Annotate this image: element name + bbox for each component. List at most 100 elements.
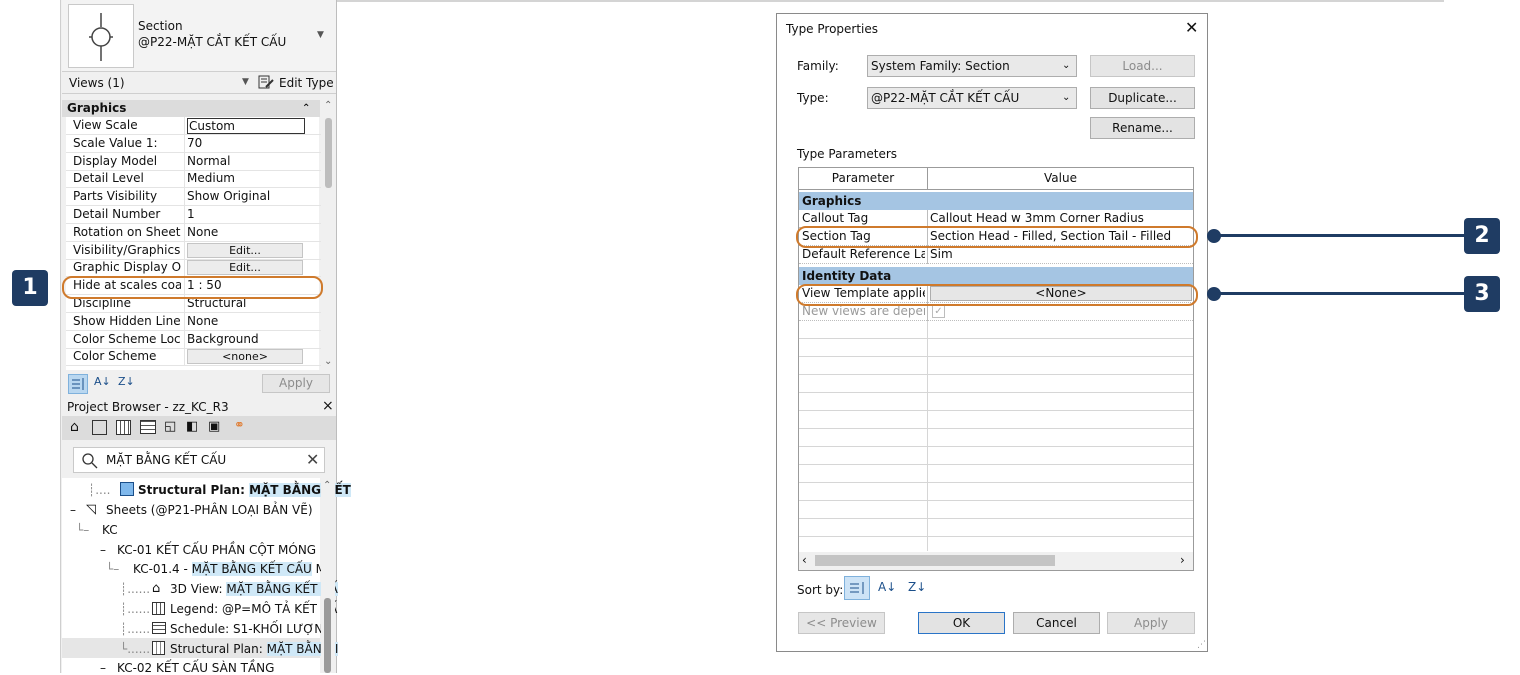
callout-tag-value[interactable]: Callout Head w 3mm Corner Radius <box>930 211 1188 225</box>
type-select[interactable]: @P22-MẶT CẮT KẾT CẤU ⌄ <box>867 87 1077 109</box>
group-identity-data[interactable]: Identity Data <box>799 267 1193 285</box>
property-edit-button[interactable]: Edit... <box>187 260 303 276</box>
property-value[interactable]: None <box>187 314 319 328</box>
apply-button[interactable]: Apply <box>262 374 330 393</box>
properties-scrollbar[interactable]: ⌃ ⌄ <box>323 100 335 370</box>
property-value[interactable]: Show Original <box>187 189 319 203</box>
tree-item-schedule[interactable]: Schedule: S1-KHỐI LƯỢNG <box>170 622 333 636</box>
property-row[interactable]: Visibility/Graphics ... Edit... <box>66 241 321 260</box>
schedule-icon[interactable] <box>140 420 156 434</box>
sort-grouped-icon[interactable] <box>844 576 870 600</box>
property-row[interactable]: View Scale Custom <box>66 117 321 135</box>
cancel-button[interactable]: Cancel <box>1013 612 1100 634</box>
legend-icon[interactable] <box>116 420 131 435</box>
group-graphics[interactable]: Graphics <box>799 192 1193 210</box>
property-value[interactable]: None <box>187 225 319 239</box>
property-row[interactable]: Rotation on Sheet None <box>66 223 321 242</box>
family-select[interactable]: System Family: Section ⌄ <box>867 55 1077 77</box>
ok-button[interactable]: OK <box>918 612 1005 634</box>
sort-ascending-icon[interactable]: A↓ <box>878 580 896 594</box>
scroll-down-icon[interactable]: ⌄ <box>324 356 332 367</box>
tree-scroll-up-icon[interactable]: ⌃ <box>323 480 331 491</box>
view-icon[interactable] <box>92 420 107 435</box>
tree-item-kc014[interactable]: KC-01.4 - MẶT BẰNG KẾT CẤU MÓ <box>133 562 335 576</box>
collapse-sheets-icon[interactable]: – <box>70 503 76 517</box>
edit-type-button[interactable]: Edit Type <box>279 76 334 90</box>
collapse-icon[interactable]: ⌃ <box>302 100 310 117</box>
scroll-thumb[interactable] <box>325 118 332 188</box>
close-icon[interactable]: × <box>322 398 334 414</box>
horizontal-scrollbar[interactable]: ‹ › <box>799 552 1193 570</box>
tree-item-kc[interactable]: KC <box>102 523 118 537</box>
views-filter[interactable]: Views (1) <box>69 76 125 90</box>
section-type-icon <box>68 4 134 68</box>
property-label: Color Scheme <box>73 349 157 364</box>
rename-button[interactable]: Rename... <box>1090 117 1195 139</box>
collapse-kc01-icon[interactable]: – <box>100 543 106 557</box>
property-value[interactable]: Custom <box>187 118 305 134</box>
property-row[interactable]: Detail Level Medium <box>66 170 321 189</box>
pointer-line-2 <box>1218 234 1464 237</box>
sort-descending-icon[interactable]: Z↓ <box>908 580 926 594</box>
property-value[interactable]: Normal <box>187 154 319 168</box>
scroll-up-icon[interactable]: ⌃ <box>324 100 332 111</box>
property-row[interactable]: Scale Value 1: 70 <box>66 134 321 153</box>
apply-button[interactable]: Apply <box>1107 612 1195 634</box>
property-value[interactable]: 1 <box>187 207 319 221</box>
grid-header: Parameter Value <box>799 168 1193 190</box>
chevron-down-icon[interactable]: ▼ <box>242 77 249 87</box>
row-default-ref-label[interactable]: Default Reference Label Sim <box>799 246 1193 264</box>
sort-descending-icon[interactable]: Z↓ <box>118 375 135 388</box>
duplicate-button[interactable]: Duplicate... <box>1090 87 1195 109</box>
tree-scrollbar[interactable]: ⌃ <box>321 478 335 673</box>
grid-empty-area <box>799 321 1193 551</box>
property-row[interactable]: Graphic Display Op... Edit... <box>66 259 321 278</box>
property-value[interactable]: Medium <box>187 171 319 185</box>
sort-ascending-icon[interactable]: A↓ <box>94 375 111 388</box>
group-icon[interactable]: ▣ <box>208 419 220 434</box>
property-value[interactable]: Background <box>187 332 319 346</box>
sort-grouped-icon[interactable] <box>68 374 88 394</box>
h-scroll-thumb[interactable] <box>815 555 1055 566</box>
tree-item-kc01[interactable]: KC-01 KẾT CẤU PHẦN CỘT MÓNG <box>117 543 316 557</box>
graphics-group-header[interactable]: Graphics ⌃ <box>62 100 320 117</box>
dialog-close-icon[interactable]: ✕ <box>1185 18 1198 37</box>
property-edit-button[interactable]: Edit... <box>187 242 303 258</box>
preview-button[interactable]: << Preview <box>798 612 885 634</box>
callout-section-tag <box>796 226 1198 248</box>
sheet-icon[interactable]: ◱ <box>164 419 176 434</box>
property-value[interactable]: 70 <box>187 136 319 150</box>
tree-scroll-thumb[interactable] <box>324 598 331 673</box>
tree-item-legend[interactable]: Legend: @P=MÔ TẢ KẾT CẤ <box>170 602 337 616</box>
col-value[interactable]: Value <box>928 171 1193 185</box>
new-views-checkbox[interactable]: ✓ <box>932 305 945 318</box>
scroll-right-icon[interactable]: › <box>1180 553 1185 567</box>
family-icon[interactable]: ◧ <box>186 419 198 434</box>
clear-icon[interactable]: ✕ <box>306 450 319 469</box>
type-dropdown-icon[interactable]: ▼ <box>317 30 324 40</box>
type-selector[interactable]: Section @P22-MẶT CẮT KẾT CẤU ▼ <box>62 0 336 72</box>
property-row[interactable]: Detail Number 1 <box>66 206 321 224</box>
tree-item-sheets[interactable]: Sheets (@P21-PHÂN LOẠI BẢN VẼ) <box>106 503 313 517</box>
property-row[interactable]: Show Hidden Lines None <box>66 312 321 331</box>
home-icon[interactable]: ⌂ <box>70 419 79 435</box>
tree-item-structural-plan[interactable]: Structural Plan: MẶT BẰNG KẾT <box>138 483 351 497</box>
property-row[interactable]: Display Model Normal <box>66 152 321 171</box>
resize-grip-icon[interactable]: ⋰ <box>1197 640 1206 650</box>
property-row[interactable]: Color Scheme <none> <box>66 348 321 367</box>
property-row[interactable]: Parts Visibility Show Original <box>66 188 321 207</box>
scroll-left-icon[interactable]: ‹ <box>802 553 807 567</box>
family-value: System Family: Section <box>871 59 1010 73</box>
tree-item-structural-plan-2[interactable]: Structural Plan: MẶT BẰNG I <box>170 642 339 656</box>
property-row[interactable]: Color Scheme Loca... Background <box>66 330 321 349</box>
tree-item-3d-view[interactable]: 3D View: MẶT BẰNG KẾT CẤ <box>170 582 338 596</box>
default-ref-value[interactable]: Sim <box>930 247 1188 261</box>
browser-search-field[interactable]: MẶT BẰNG KẾT CẤU ✕ <box>73 447 325 473</box>
legend-view-icon <box>152 602 165 615</box>
property-edit-button[interactable]: <none> <box>187 349 303 365</box>
col-parameter[interactable]: Parameter <box>799 171 927 185</box>
callout-tag-label: Callout Tag <box>802 211 869 225</box>
link-icon[interactable]: ⚭ <box>234 418 245 433</box>
load-button[interactable]: Load... <box>1090 55 1195 77</box>
search-input[interactable]: MẶT BẰNG KẾT CẤU <box>106 453 226 467</box>
